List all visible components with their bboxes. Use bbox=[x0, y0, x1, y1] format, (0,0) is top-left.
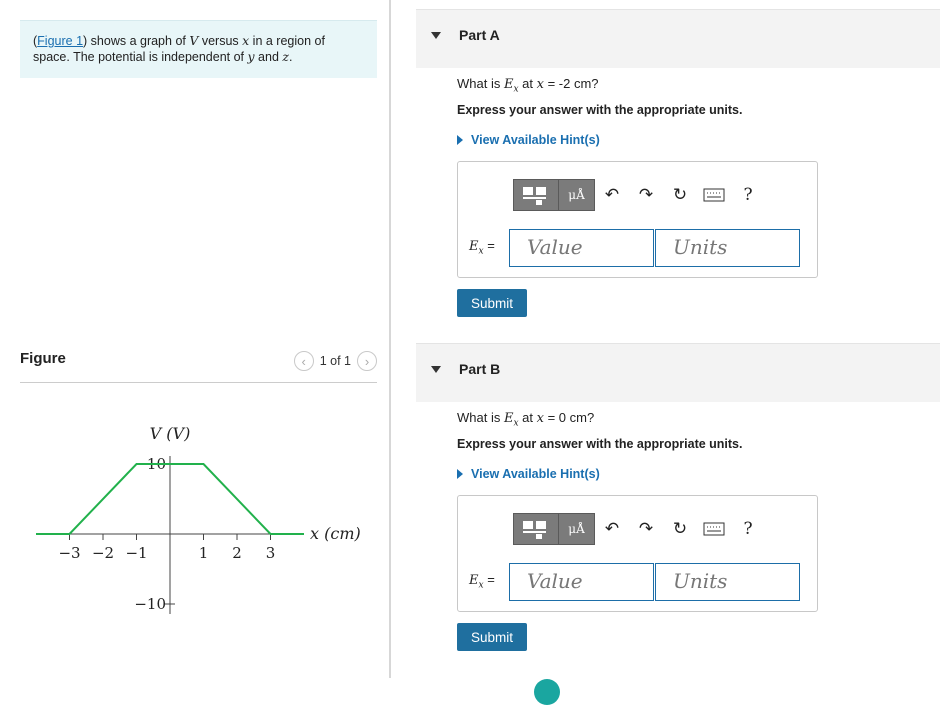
part-b-hint-toggle[interactable]: View Available Hint(s) bbox=[457, 467, 600, 481]
ex-label: Ex = bbox=[469, 238, 495, 257]
math-toolbar: μÅ ↶ ↷ ↻ ? bbox=[513, 179, 765, 211]
x-tick-label: 1 bbox=[199, 544, 209, 562]
help-icon[interactable]: ? bbox=[731, 513, 765, 545]
part-a-header[interactable]: Part A bbox=[416, 9, 940, 68]
potential-graph: −3 −2 −1 1 2 310−10V (V)x (cm) bbox=[36, 424, 361, 614]
part-a-instructions: Express your answer with the appropriate… bbox=[457, 103, 743, 117]
undo-icon[interactable]: ↶ bbox=[595, 179, 629, 211]
x-tick-label: 3 bbox=[266, 544, 276, 562]
units-input[interactable]: Units bbox=[655, 563, 800, 601]
part-b-answer-box: μÅ ↶ ↷ ↻ ? Ex = Value Units bbox=[457, 495, 818, 612]
help-icon[interactable]: ? bbox=[731, 179, 765, 211]
part-a-answer-box: μÅ ↶ ↷ ↻ ? Ex = Value Units bbox=[457, 161, 818, 278]
math-toolbar: μÅ ↶ ↷ ↻ ? bbox=[513, 513, 765, 545]
collapse-triangle-icon bbox=[431, 32, 441, 39]
reset-icon[interactable]: ↻ bbox=[663, 179, 697, 211]
fraction-template-icon bbox=[523, 187, 546, 205]
next-figure-button[interactable]: › bbox=[357, 351, 377, 371]
reset-icon[interactable]: ↻ bbox=[663, 513, 697, 545]
part-b-submit-button[interactable]: Submit bbox=[457, 623, 527, 651]
left-panel: (Figure 1) shows a graph of V versus x i… bbox=[0, 0, 390, 690]
redo-icon[interactable]: ↷ bbox=[629, 513, 663, 545]
units-input[interactable]: Units bbox=[655, 229, 800, 267]
keyboard-icon[interactable] bbox=[697, 179, 731, 211]
part-a-title: Part A bbox=[459, 27, 500, 43]
x-tick-label: −1 bbox=[125, 544, 147, 562]
part-b-instructions: Express your answer with the appropriate… bbox=[457, 437, 743, 451]
collapse-triangle-icon bbox=[431, 366, 441, 373]
pearson-logo-icon bbox=[534, 679, 560, 705]
part-a-submit-button[interactable]: Submit bbox=[457, 289, 527, 317]
fraction-template-icon bbox=[523, 521, 546, 539]
ex-label: Ex = bbox=[469, 572, 495, 591]
expand-triangle-icon bbox=[457, 135, 463, 145]
part-b-question: What is Ex at x = 0 cm? bbox=[457, 410, 595, 429]
template-button[interactable] bbox=[513, 179, 559, 211]
problem-intro: (Figure 1) shows a graph of V versus x i… bbox=[20, 20, 377, 78]
x-tick-label: 2 bbox=[232, 544, 242, 562]
keyboard-icon[interactable] bbox=[697, 513, 731, 545]
figure-link[interactable]: Figure 1 bbox=[37, 34, 83, 48]
figure-pager: ‹ 1 of 1 › bbox=[293, 351, 377, 371]
undo-icon[interactable]: ↶ bbox=[595, 513, 629, 545]
x-tick-label: −3 bbox=[58, 544, 80, 562]
part-a-hint-toggle[interactable]: View Available Hint(s) bbox=[457, 133, 600, 147]
y-axis-label: V (V) bbox=[150, 424, 191, 443]
units-button[interactable]: μÅ bbox=[559, 179, 595, 211]
figure-header: Figure ‹ 1 of 1 › bbox=[20, 348, 377, 383]
figure-page-count: 1 of 1 bbox=[319, 354, 351, 368]
prev-figure-button[interactable]: ‹ bbox=[293, 351, 314, 371]
value-input[interactable]: Value bbox=[509, 563, 654, 601]
part-b-header[interactable]: Part B bbox=[416, 343, 940, 402]
part-a-question: What is Ex at x = -2 cm? bbox=[457, 76, 599, 95]
redo-icon[interactable]: ↷ bbox=[629, 179, 663, 211]
expand-triangle-icon bbox=[457, 469, 463, 479]
x-tick-label: −2 bbox=[92, 544, 114, 562]
value-input[interactable]: Value bbox=[509, 229, 654, 267]
units-button[interactable]: μÅ bbox=[559, 513, 595, 545]
template-button[interactable] bbox=[513, 513, 559, 545]
figure-title: Figure bbox=[20, 350, 66, 367]
part-b-title: Part B bbox=[459, 361, 501, 377]
panel-divider bbox=[389, 0, 391, 678]
x-axis-label: x (cm) bbox=[310, 524, 361, 543]
y-tick-label: −10 bbox=[134, 595, 166, 613]
